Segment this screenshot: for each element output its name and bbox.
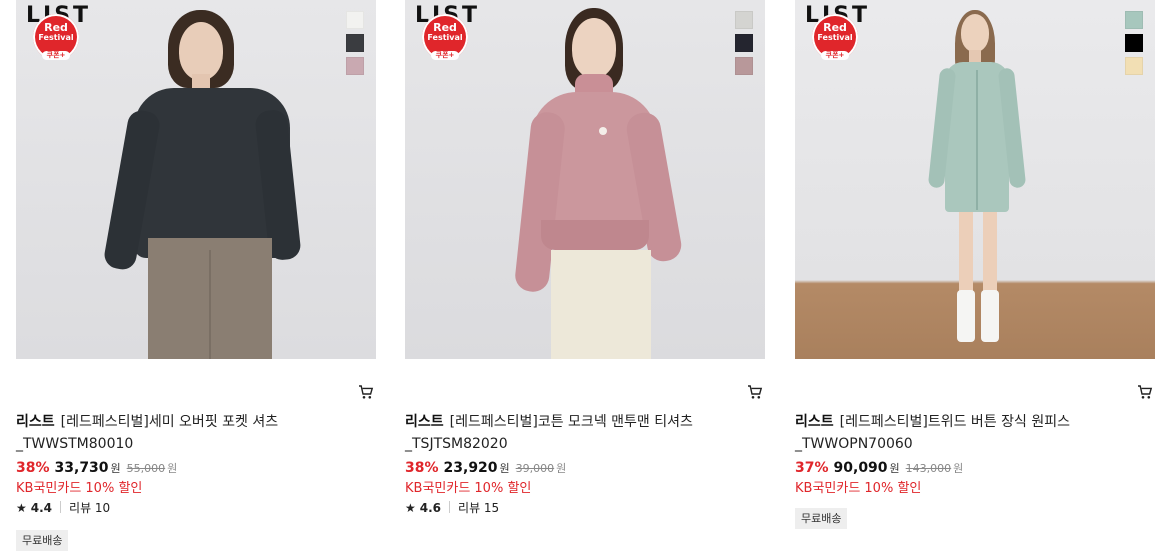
color-swatch[interactable]	[346, 57, 364, 75]
product-name[interactable]: 리스트 [레드페스티벌]트위드 버튼 장식 원피스 _TWWOPN70060	[795, 411, 1125, 455]
color-swatches	[735, 11, 753, 80]
product-name[interactable]: 리스트 [레드페스티벌]세미 오버핏 포켓 셔츠 _TWWSTM80010	[16, 411, 346, 455]
product-title: [레드페스티벌]세미 오버핏 포켓 셔츠 _TWWSTM80010	[16, 414, 279, 452]
product-brand: 리스트	[16, 414, 55, 430]
badge-coupon: 쿠폰+	[820, 51, 850, 60]
badge-coupon: 쿠폰+	[41, 51, 71, 60]
sale-price: 33,730	[54, 460, 109, 476]
product-grid: LIST Red Festival 쿠폰+ 리스트[레드페스티벌]세미 오버핏 …	[0, 0, 1167, 553]
price-row: 38% 23,920 원 39,000 원	[405, 457, 566, 477]
color-swatch[interactable]	[735, 11, 753, 29]
sale-price: 23,920	[443, 460, 498, 476]
color-swatch[interactable]	[1125, 34, 1143, 52]
original-currency-unit: 원	[167, 462, 178, 475]
product-name[interactable]: 리스트 [레드페스티벌]코튼 모크넥 맨투맨 티셔츠 _TSJTSM82020	[405, 411, 735, 455]
red-festival-badge: Red Festival 쿠폰+	[812, 14, 858, 60]
review-row: ★ 4.4 리뷰 10	[16, 499, 110, 516]
star-icon: ★	[16, 501, 27, 515]
badge-line2: Festival	[817, 33, 853, 42]
review-row: ★ 4.6 리뷰 15	[405, 499, 499, 516]
color-swatches	[346, 11, 364, 80]
rating-value: 4.4	[30, 501, 53, 515]
currency-unit: 원	[889, 462, 900, 475]
badge-line1: Red	[433, 21, 457, 34]
divider	[60, 501, 62, 513]
original-currency-unit: 원	[953, 462, 964, 475]
free-shipping-tag: 무료배송	[16, 530, 69, 551]
product-brand: 리스트	[405, 414, 444, 430]
cart-icon[interactable]	[1137, 384, 1153, 400]
color-swatch[interactable]	[735, 34, 753, 52]
price-row: 37% 90,090 원 143,000 원	[795, 457, 963, 477]
product-image[interactable]: LIST Red Festival 쿠폰+	[405, 0, 765, 359]
color-swatch[interactable]	[1125, 57, 1143, 75]
star-icon: ★	[405, 501, 416, 515]
card-discount-promo: KB국민카드 10% 할인	[405, 481, 532, 496]
product-title: [레드페스티벌]트위드 버튼 장식 원피스 _TWWOPN70060	[795, 414, 1070, 452]
color-swatch[interactable]	[346, 11, 364, 29]
rating-value: 4.6	[419, 501, 442, 515]
product-brand: 리스트	[795, 414, 834, 430]
discount-rate: 38%	[405, 460, 439, 476]
original-price: 55,000	[126, 462, 166, 475]
color-swatch[interactable]	[346, 34, 364, 52]
free-shipping-tag: 무료배송	[795, 508, 848, 529]
discount-rate: 38%	[16, 460, 50, 476]
original-price: 143,000	[905, 462, 952, 475]
red-festival-badge: Red Festival 쿠폰+	[422, 14, 468, 60]
badge-line1: Red	[44, 21, 68, 34]
badge-line2: Festival	[427, 33, 463, 42]
discount-rate: 37%	[795, 460, 829, 476]
color-swatch[interactable]	[735, 57, 753, 75]
product-image[interactable]: LIST Red Festival 쿠폰+	[16, 0, 376, 359]
card-discount-promo: KB국민카드 10% 할인	[16, 481, 143, 496]
original-price: 39,000	[515, 462, 555, 475]
badge-line2: Festival	[38, 33, 74, 42]
currency-unit: 원	[499, 462, 510, 475]
color-swatch[interactable]	[1125, 11, 1143, 29]
review-count[interactable]: 리뷰 10	[69, 501, 110, 515]
product-title: [레드페스티벌]코튼 모크넥 맨투맨 티셔츠 _TSJTSM82020	[405, 414, 693, 452]
divider	[449, 501, 451, 513]
badge-coupon: 쿠폰+	[430, 51, 460, 60]
price-row: 38% 33,730 원 55,000 원	[16, 457, 177, 477]
color-swatches	[1125, 11, 1143, 80]
sale-price: 90,090	[833, 460, 888, 476]
currency-unit: 원	[110, 462, 121, 475]
product-image[interactable]: LIST Red Festival 쿠폰+	[795, 0, 1155, 359]
badge-line1: Red	[823, 21, 847, 34]
product-card[interactable]: LIST Red Festival 쿠폰+ 리스트[레드페스티벌]세미 오버핏 …	[16, 0, 376, 553]
card-discount-promo: KB국민카드 10% 할인	[795, 481, 922, 496]
review-count[interactable]: 리뷰 15	[458, 501, 499, 515]
product-card[interactable]: LIST Red Festival 쿠폰+ 리스트[레드페스티벌]코튼 모크넥 …	[405, 0, 765, 553]
cart-icon[interactable]	[747, 384, 763, 400]
product-card[interactable]: LIST Red Festival 쿠폰+ 리스트[레드페스티벌]트위드 버튼 …	[795, 0, 1155, 553]
red-festival-badge: Red Festival 쿠폰+	[33, 14, 79, 60]
original-currency-unit: 원	[556, 462, 567, 475]
cart-icon[interactable]	[358, 384, 374, 400]
